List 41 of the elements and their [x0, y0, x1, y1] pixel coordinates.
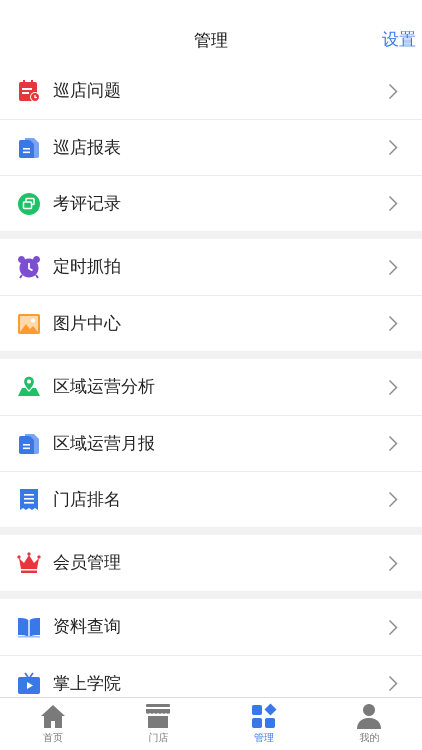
tab[interactable]: 门店 [106, 698, 211, 750]
menu-item[interactable]: 区域运营分析 [0, 359, 422, 415]
chevron-right-icon [388, 554, 398, 572]
menu-item[interactable]: 巡店报表 [0, 119, 422, 175]
document-icon [17, 136, 41, 160]
settings-link[interactable]: 设置 [382, 26, 416, 52]
document-icon [17, 432, 41, 456]
chevron-right-icon [388, 258, 398, 276]
map-pin-icon [17, 375, 41, 399]
image-icon [17, 312, 41, 336]
chevron-right-icon [388, 139, 398, 156]
chevron-right-icon [388, 195, 398, 212]
page-title: 管理 [194, 30, 228, 52]
receipt-icon [17, 488, 41, 512]
menu-item[interactable]: 图片中心 [0, 295, 422, 351]
chevron-right-icon [388, 82, 398, 100]
home-icon [40, 702, 66, 728]
tab[interactable]: 管理 [211, 698, 316, 750]
chevron-right-icon [388, 435, 398, 452]
tab[interactable]: 我的 [316, 698, 422, 750]
person-icon [356, 702, 382, 728]
chevron-right-icon [388, 491, 398, 508]
store-icon [145, 702, 172, 728]
menu-item[interactable]: 区域运营月报 [0, 415, 422, 471]
grid-icon [250, 702, 277, 728]
menu-item[interactable]: 会员管理 [0, 535, 422, 591]
menu-item[interactable]: 巡店问题 [0, 63, 422, 119]
menu-item[interactable]: 定时抓拍 [0, 239, 422, 295]
alarm-clock-icon [17, 255, 41, 279]
chevron-right-icon [388, 675, 398, 692]
menu-item[interactable]: 考评记录 [0, 175, 422, 231]
chevron-right-icon [388, 618, 398, 636]
tab[interactable]: 首页 [0, 698, 106, 750]
chat-icon [17, 192, 41, 216]
crown-icon [17, 551, 41, 575]
menu-item[interactable]: 门店排名 [0, 471, 422, 527]
chevron-right-icon [388, 315, 398, 332]
book-icon [17, 615, 41, 639]
calendar-clock-icon [17, 79, 41, 103]
chevron-right-icon [388, 378, 398, 396]
menu-item[interactable]: 资料查询 [0, 599, 422, 655]
